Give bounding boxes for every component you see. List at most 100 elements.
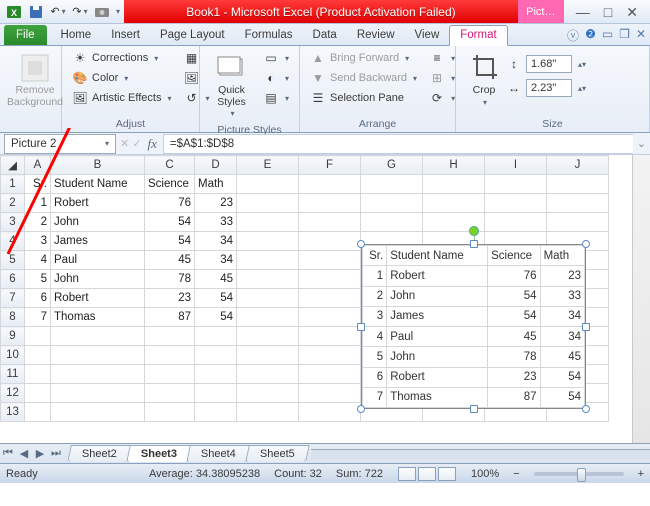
cell[interactable] xyxy=(237,232,299,251)
resize-handle[interactable] xyxy=(582,405,590,413)
cell[interactable] xyxy=(237,270,299,289)
cell[interactable] xyxy=(145,365,195,384)
cell[interactable] xyxy=(145,403,195,422)
cell[interactable]: James xyxy=(51,232,145,251)
mdi-close-icon[interactable]: ✕ xyxy=(636,27,646,44)
row-header[interactable]: 6 xyxy=(1,270,25,289)
cell[interactable] xyxy=(25,384,51,403)
cell[interactable]: 33 xyxy=(195,213,237,232)
resize-handle[interactable] xyxy=(357,323,365,331)
row-header[interactable]: 1 xyxy=(1,175,25,194)
cell[interactable] xyxy=(423,194,485,213)
picture-layout-button[interactable]: ▤▾ xyxy=(259,89,293,107)
cell[interactable] xyxy=(237,327,299,346)
height-input[interactable]: 1.68" xyxy=(526,55,572,73)
cell[interactable]: 54 xyxy=(195,308,237,327)
cell[interactable]: 4 xyxy=(25,251,51,270)
cell[interactable]: Robert xyxy=(51,194,145,213)
cell[interactable]: 54 xyxy=(145,232,195,251)
tab-insert[interactable]: Insert xyxy=(101,26,150,45)
rotate-handle[interactable] xyxy=(469,226,479,236)
cell[interactable] xyxy=(145,327,195,346)
row-header[interactable]: 5 xyxy=(1,251,25,270)
cell[interactable] xyxy=(485,175,547,194)
cell[interactable]: Paul xyxy=(51,251,145,270)
cell[interactable] xyxy=(299,232,361,251)
tab-formulas[interactable]: Formulas xyxy=(235,26,303,45)
tab-home[interactable]: Home xyxy=(51,26,102,45)
cell[interactable] xyxy=(299,194,361,213)
cell[interactable]: Student Name xyxy=(51,175,145,194)
help-icon[interactable]: ❷ xyxy=(585,27,596,44)
cell[interactable] xyxy=(51,346,145,365)
save-icon[interactable] xyxy=(26,2,46,22)
cell[interactable]: 3 xyxy=(25,232,51,251)
color-button[interactable]: 🎨Color▾ xyxy=(68,69,176,87)
tab-view[interactable]: View xyxy=(405,26,450,45)
cell[interactable] xyxy=(299,308,361,327)
cell[interactable] xyxy=(237,175,299,194)
cell[interactable] xyxy=(299,365,361,384)
column-header[interactable]: G xyxy=(361,156,423,175)
cell[interactable]: John xyxy=(51,213,145,232)
close-button[interactable]: ✕ xyxy=(626,5,638,19)
cell[interactable] xyxy=(51,403,145,422)
cell[interactable] xyxy=(237,308,299,327)
picture-border-button[interactable]: ▭▾ xyxy=(259,49,293,67)
selection-pane-button[interactable]: ☰Selection Pane xyxy=(306,89,421,107)
rotate-button[interactable]: ⟳▾ xyxy=(425,89,459,107)
cell[interactable] xyxy=(299,270,361,289)
row-header[interactable]: 11 xyxy=(1,365,25,384)
camera-icon[interactable] xyxy=(92,2,112,22)
mdi-restore-icon[interactable]: ❐ xyxy=(619,27,630,44)
cell[interactable]: 2 xyxy=(25,213,51,232)
cell[interactable] xyxy=(299,327,361,346)
undo-icon[interactable]: ↶▾ xyxy=(48,2,68,22)
zoom-in-button[interactable]: + xyxy=(638,468,644,480)
cell[interactable]: 34 xyxy=(195,232,237,251)
width-input[interactable]: 2.23" xyxy=(526,79,572,97)
cell[interactable] xyxy=(299,251,361,270)
picture-effects-button[interactable]: ◐▾ xyxy=(259,69,293,87)
sheet-nav-prev[interactable]: ◀ xyxy=(16,447,32,460)
column-header[interactable]: E xyxy=(237,156,299,175)
cell[interactable] xyxy=(51,327,145,346)
cell[interactable]: 76 xyxy=(145,194,195,213)
row-header[interactable]: 10 xyxy=(1,346,25,365)
cell[interactable]: Robert xyxy=(51,289,145,308)
cell[interactable] xyxy=(25,403,51,422)
tab-page-layout[interactable]: Page Layout xyxy=(150,26,235,45)
cell[interactable] xyxy=(237,251,299,270)
tab-data[interactable]: Data xyxy=(303,26,347,45)
cell[interactable] xyxy=(547,194,609,213)
formula-input[interactable]: =$A$1:$D$8 xyxy=(163,134,633,154)
cell[interactable]: 6 xyxy=(25,289,51,308)
name-box[interactable]: Picture 2▾ xyxy=(4,134,116,154)
view-normal-button[interactable] xyxy=(398,467,416,481)
sheet-tab[interactable]: Sheet2 xyxy=(67,445,131,462)
cell[interactable]: 23 xyxy=(145,289,195,308)
cell[interactable] xyxy=(25,346,51,365)
cell[interactable] xyxy=(195,365,237,384)
cell[interactable] xyxy=(145,346,195,365)
qat-customize-icon[interactable]: ▾ xyxy=(116,7,120,16)
cell[interactable] xyxy=(237,346,299,365)
cell[interactable]: 78 xyxy=(145,270,195,289)
row-header[interactable]: 2 xyxy=(1,194,25,213)
cell[interactable] xyxy=(237,213,299,232)
cell[interactable] xyxy=(195,403,237,422)
cell[interactable] xyxy=(51,365,145,384)
cell[interactable] xyxy=(361,194,423,213)
resize-handle[interactable] xyxy=(357,240,365,248)
cell[interactable]: 1 xyxy=(25,194,51,213)
sheet-tab[interactable]: Sheet3 xyxy=(126,445,192,462)
column-header[interactable]: I xyxy=(485,156,547,175)
cell[interactable]: 7 xyxy=(25,308,51,327)
cell[interactable] xyxy=(51,384,145,403)
resize-handle[interactable] xyxy=(470,240,478,248)
worksheet-grid[interactable]: ◢ABCDEFGHIJ1Sr.Student NameScienceMath21… xyxy=(0,155,650,443)
redo-icon[interactable]: ↷▾ xyxy=(70,2,90,22)
cell[interactable]: 5 xyxy=(25,270,51,289)
align-button[interactable]: ≡▾ xyxy=(425,49,459,67)
quick-styles-button[interactable]: Quick Styles▾ xyxy=(206,49,257,123)
